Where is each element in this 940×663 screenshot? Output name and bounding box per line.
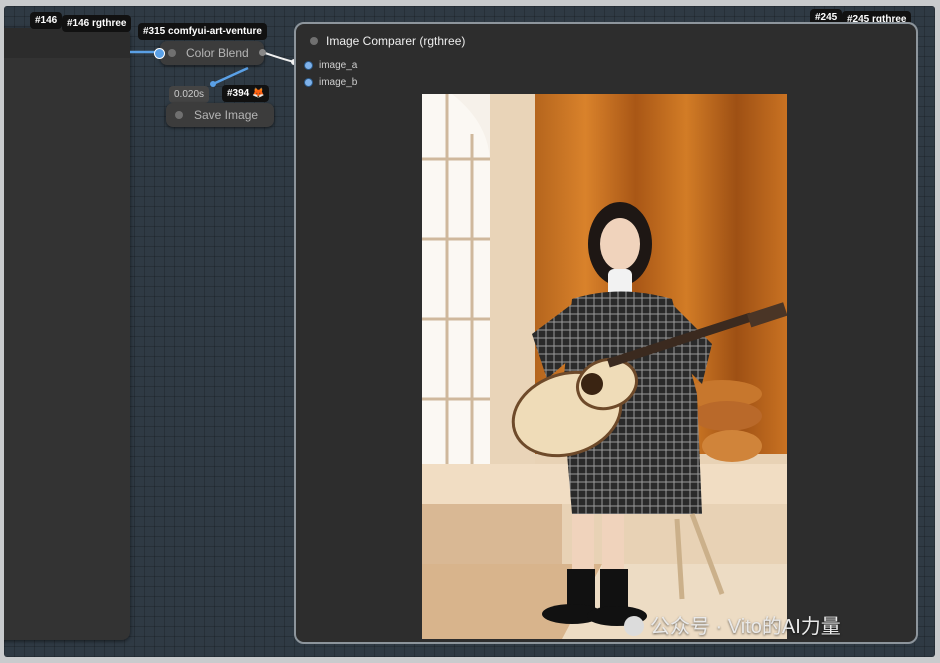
save-image-node[interactable]: Save Image bbox=[166, 103, 274, 127]
color-blend-title: Color Blend bbox=[186, 46, 249, 60]
input-socket-icon[interactable] bbox=[154, 48, 165, 59]
comparison-image[interactable] bbox=[422, 94, 787, 639]
node-status-dot-icon bbox=[175, 111, 183, 119]
input-socket-icon[interactable] bbox=[304, 77, 313, 87]
save-image-title: Save Image bbox=[194, 108, 259, 122]
input-label: image_a bbox=[319, 60, 358, 71]
node-status-dot-icon bbox=[310, 37, 318, 45]
image-comparer-node[interactable]: Image Comparer (rgthree) image_a image_b bbox=[294, 22, 918, 644]
input-label: image_b bbox=[319, 77, 358, 88]
input-socket-icon[interactable] bbox=[304, 60, 313, 70]
color-blend-badge: #315 comfyui-art-venture bbox=[138, 23, 267, 40]
node-id-badge: #146 bbox=[30, 12, 63, 29]
input-image-b[interactable]: image_b bbox=[304, 77, 357, 88]
save-image-badge: #394 🦊 bbox=[222, 85, 270, 102]
comparer-title: Image Comparer (rgthree) bbox=[326, 34, 466, 48]
watermark-text: 公众号 · Vito的AI力量 bbox=[650, 616, 841, 638]
color-blend-node[interactable]: Color Blend bbox=[154, 41, 266, 65]
output-socket-icon[interactable] bbox=[259, 49, 266, 56]
node-source-badge: #146 rgthree bbox=[62, 15, 132, 32]
photo-illustration bbox=[422, 94, 787, 639]
execution-timer: 0.020s bbox=[169, 86, 210, 103]
wechat-logo-icon bbox=[624, 616, 644, 636]
input-image-a[interactable]: image_a bbox=[304, 60, 357, 71]
node-status-dot-icon bbox=[168, 49, 176, 57]
watermark: 公众号 · Vito的AI力量 bbox=[624, 610, 841, 639]
workflow-canvas[interactable]: #146 #146 rgthree #315 comfyui-art-ventu… bbox=[4, 6, 935, 657]
